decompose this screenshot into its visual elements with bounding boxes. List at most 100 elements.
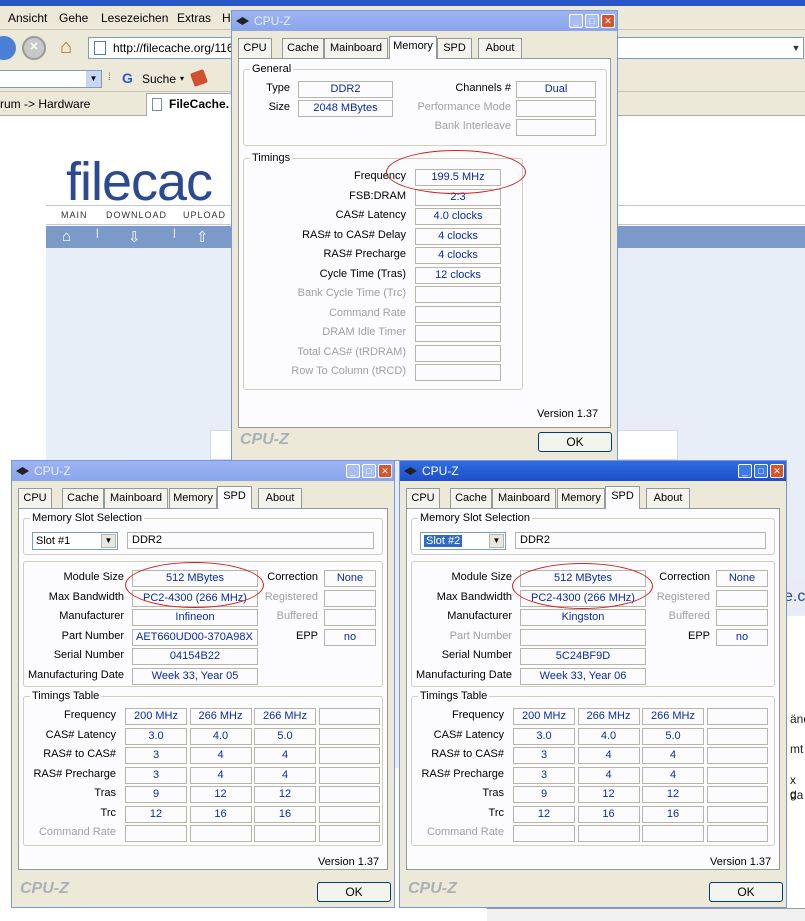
buffered-label: Buffered xyxy=(668,610,710,622)
address-text: http://filecache.org/116 xyxy=(113,41,234,55)
maximize-icon[interactable]: □ xyxy=(362,464,376,478)
epp-label: EPP xyxy=(295,629,318,642)
tab-spd[interactable]: SPD xyxy=(437,38,472,58)
tab-filecache[interactable]: FileCache. xyxy=(146,93,236,116)
tab-about[interactable]: About xyxy=(646,488,690,508)
chevron-down-icon[interactable]: ▼ xyxy=(489,534,504,548)
search-engine-select[interactable]: ▼ xyxy=(0,70,102,88)
window-titlebar[interactable]: CPU-Z _ □ ✕ xyxy=(12,461,394,481)
background-text: änd xyxy=(790,712,805,726)
menu-gehe[interactable]: Gehe xyxy=(59,11,88,25)
tab-memory[interactable]: Memory xyxy=(557,488,605,508)
tab-cpu[interactable]: CPU xyxy=(18,488,52,508)
site-logo[interactable]: filecac xyxy=(66,152,213,212)
ok-button[interactable]: OK xyxy=(317,882,391,902)
menu-ansicht[interactable]: Ansicht xyxy=(8,11,47,25)
tab-mainboard[interactable]: Mainboard xyxy=(324,38,388,58)
timing-cell xyxy=(318,786,380,803)
cpuz-app-icon xyxy=(404,467,417,475)
group-title: Timings xyxy=(250,152,293,164)
page-icon xyxy=(152,98,162,111)
menu-extras[interactable]: Extras xyxy=(177,11,211,25)
bank-interleave-label: Bank Interleave xyxy=(434,120,511,132)
slot-select-value: Slot #1 xyxy=(36,535,71,547)
chevron-down-icon[interactable]: ▼ xyxy=(86,71,101,87)
tab-spd[interactable]: SPD xyxy=(217,486,252,509)
tab-memory[interactable]: Memory xyxy=(389,36,437,59)
timing-cell: 4 xyxy=(254,766,316,784)
nav-main[interactable]: MAIN xyxy=(61,210,88,220)
tab-mainboard[interactable]: Mainboard xyxy=(492,488,556,508)
close-icon[interactable]: ✕ xyxy=(378,464,392,478)
upload-arrow-icon[interactable]: ⇧ xyxy=(196,228,209,246)
menu-lesezeichen[interactable]: Lesezeichen xyxy=(101,11,168,25)
minimize-icon[interactable]: _ xyxy=(738,464,752,478)
timings-table-group: Timings Table Frequency 200 MHz 266 MHz 266 … xyxy=(411,690,775,846)
nav-download[interactable]: DOWNLOAD xyxy=(106,210,167,220)
perf-mode-value xyxy=(516,100,596,117)
forward-icon[interactable] xyxy=(0,36,16,60)
timing-cell: 3.0 xyxy=(513,727,575,745)
chevron-down-icon[interactable]: ▾ xyxy=(180,74,184,83)
maximize-icon[interactable]: □ xyxy=(585,14,599,28)
menu-hilfe[interactable]: H xyxy=(222,11,231,25)
slot-selection-group: Memory Slot Selection Slot #2 ▼ DDR2 xyxy=(411,512,775,555)
registered-value xyxy=(716,589,768,607)
tab-cpu[interactable]: CPU xyxy=(406,488,440,508)
type-label: Type xyxy=(266,82,290,94)
timing-row-label: Frequency xyxy=(452,709,504,721)
manufacturer-value: Kingston xyxy=(520,609,646,626)
background-window-bottom xyxy=(487,908,805,921)
minimize-icon[interactable]: _ xyxy=(346,464,360,478)
manufacturer-label: Manufacturer xyxy=(59,610,124,622)
slot-type-value: DDR2 xyxy=(127,532,374,549)
tab-about[interactable]: About xyxy=(258,488,302,508)
max-bandwidth-label: Max Bandwidth xyxy=(436,590,512,603)
page-icon xyxy=(94,41,106,55)
version-label: Version 1.37 xyxy=(710,856,772,868)
ok-button[interactable]: OK xyxy=(538,432,612,452)
home-icon[interactable]: ⌂ xyxy=(54,36,78,60)
tab-cache[interactable]: Cache xyxy=(282,38,324,58)
channels-value: Dual xyxy=(516,81,596,98)
search-button[interactable]: Suche xyxy=(142,72,176,86)
timing-row-label: CAS# Latency xyxy=(45,728,116,741)
correction-value: None xyxy=(324,570,376,587)
tab-about[interactable]: About xyxy=(478,38,522,58)
tab-cache[interactable]: Cache xyxy=(62,488,104,508)
timing-cell: 3.0 xyxy=(125,727,187,745)
minimize-icon[interactable]: _ xyxy=(569,14,583,28)
slot-select[interactable]: Slot #2 ▼ xyxy=(420,532,506,550)
eraser-icon[interactable] xyxy=(190,69,208,87)
close-icon[interactable]: ✕ xyxy=(601,14,615,28)
timing-cell: 4 xyxy=(642,766,704,784)
timing-value xyxy=(415,305,501,323)
slot-select[interactable]: Slot #1 ▼ xyxy=(32,532,118,550)
tab-memory[interactable]: Memory xyxy=(169,488,217,508)
timing-cell: 266 MHz xyxy=(642,708,704,725)
stop-icon[interactable]: ✕ xyxy=(22,36,46,60)
timing-value xyxy=(415,325,501,342)
chevron-down-icon[interactable]: ▼ xyxy=(789,38,803,58)
window-titlebar[interactable]: CPU-Z _ □ ✕ xyxy=(400,461,786,481)
background-text: mt xyxy=(790,742,804,756)
tab-mainboard[interactable]: Mainboard xyxy=(104,488,168,508)
module-size-label: Module Size xyxy=(63,571,124,583)
ok-button[interactable]: OK xyxy=(709,882,783,902)
maximize-icon[interactable]: □ xyxy=(754,464,768,478)
chevron-down-icon[interactable]: ▼ xyxy=(101,534,116,548)
tab-cpu[interactable]: CPU xyxy=(238,38,272,58)
close-icon[interactable]: ✕ xyxy=(770,464,784,478)
download-arrow-icon[interactable]: ⇩ xyxy=(128,228,141,246)
cpuz-memory-window: CPU-Z _ □ ✕ CPU Cache Mainboard Memory S… xyxy=(231,10,618,461)
slot-type-value: DDR2 xyxy=(515,532,766,549)
tab-cache[interactable]: Cache xyxy=(450,488,492,508)
memory-pane: General Type DDR2 Size 2048 MBytes Chann… xyxy=(238,58,611,428)
timing-cell xyxy=(318,825,380,842)
house-icon[interactable]: ⌂ xyxy=(62,228,71,245)
nav-upload[interactable]: UPLOAD xyxy=(183,210,226,220)
window-titlebar[interactable]: CPU-Z _ □ ✕ xyxy=(232,11,617,31)
tab-forum-hardware[interactable]: rum -> Hardware xyxy=(0,97,90,111)
timing-row-label: Trc xyxy=(100,806,116,819)
tab-spd[interactable]: SPD xyxy=(605,486,640,509)
